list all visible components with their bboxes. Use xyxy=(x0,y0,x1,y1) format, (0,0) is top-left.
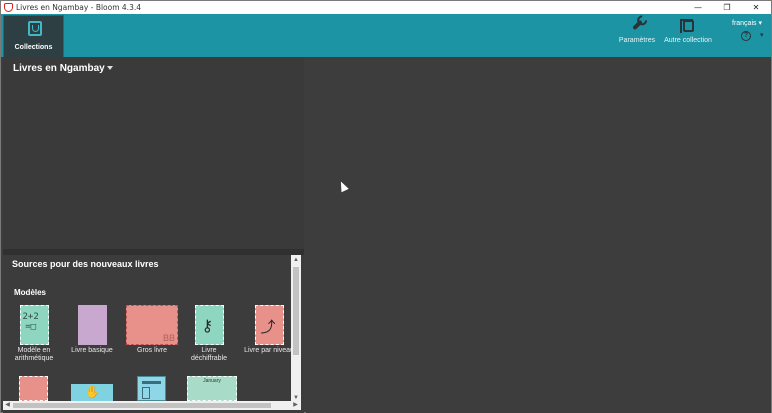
big-book-icon: BB xyxy=(126,305,178,345)
title-bar: Livres en Ngambay - Bloom 4.3.4 — ❐ ✕ xyxy=(1,1,771,14)
book-template-big-book[interactable]: BB Gros livre xyxy=(124,305,180,355)
help-icon[interactable]: ? xyxy=(741,31,751,41)
stairs-icon: ⤴ xyxy=(254,305,284,345)
left-pane: Livres en Ngambay Sources pour des nouve… xyxy=(3,57,304,413)
help-dropdown-caret[interactable]: ▾ xyxy=(760,31,764,39)
hscrollbar-thumb[interactable] xyxy=(13,403,271,408)
other-collection-button[interactable]: Autre collection xyxy=(661,16,715,50)
book-template-layout[interactable] xyxy=(136,376,166,401)
bloom-window: Livres en Ngambay - Bloom 4.3.4 — ❐ ✕ Co… xyxy=(0,0,772,413)
book-template-picture-dictionary[interactable] xyxy=(18,376,48,401)
book-preview-pane xyxy=(306,57,771,413)
scroll-up-arrow-icon[interactable]: ▲ xyxy=(291,255,301,265)
math-icon: 2+2 =□ xyxy=(19,305,49,345)
book-template-sign-language[interactable]: ✋ xyxy=(70,384,114,401)
tab-collections[interactable]: Collections xyxy=(3,15,64,57)
scroll-right-arrow-icon[interactable]: ▶ xyxy=(291,401,300,410)
settings-button[interactable]: Paramètres xyxy=(616,16,658,50)
calendar-icon: January xyxy=(187,376,237,401)
blank-book-icon xyxy=(77,305,107,345)
sources-vertical-scrollbar[interactable]: ▲ ▼ xyxy=(291,255,301,403)
models-section-label: Modèles xyxy=(14,288,47,297)
scrollbar-thumb[interactable] xyxy=(293,267,299,355)
book-template-arithmetic[interactable]: 2+2 =□ Modèle en arithmétique xyxy=(8,305,60,363)
collections-icon xyxy=(28,21,42,36)
other-collection-label: Autre collection xyxy=(664,37,712,44)
collection-title[interactable]: Livres en Ngambay xyxy=(13,63,105,74)
collection-menu-caret-icon[interactable] xyxy=(107,66,113,70)
language-dropdown[interactable]: français ▾ xyxy=(732,19,762,27)
scroll-left-arrow-icon[interactable]: ◀ xyxy=(3,401,12,410)
book-template-basic[interactable]: Livre basique xyxy=(66,305,118,355)
calendar-month: January xyxy=(203,378,221,384)
book-label: Modèle en arithmétique xyxy=(14,347,54,362)
layout-icon xyxy=(136,376,166,401)
book-template-calendar[interactable]: January xyxy=(186,376,238,401)
book-label: Gros livre xyxy=(137,347,167,354)
wrench-icon xyxy=(629,18,645,34)
bloom-app-icon xyxy=(4,3,13,12)
sign-language-icon: ✋ xyxy=(71,384,113,401)
settings-label: Paramètres xyxy=(618,37,656,44)
main-toolbar: Collections Paramètres Autre collection … xyxy=(1,14,771,57)
picture-dictionary-icon xyxy=(18,376,48,401)
sources-title: Sources pour des nouveaux livres xyxy=(12,259,159,269)
keys-icon: ⚷ xyxy=(194,305,224,345)
close-button[interactable]: ✕ xyxy=(744,1,768,14)
book-label: Livre par niveau xyxy=(244,347,294,354)
book-template-decodable[interactable]: ⚷ Livre déchiffrable xyxy=(183,305,235,363)
sources-horizontal-scrollbar[interactable]: ◀ ▶ xyxy=(3,401,301,410)
sources-panel: Sources pour des nouveaux livres Modèles… xyxy=(3,255,304,413)
minimize-button[interactable]: — xyxy=(686,1,710,14)
collection-books-area: Livres en Ngambay xyxy=(3,57,304,249)
restore-button[interactable]: ❐ xyxy=(715,1,739,14)
tab-collections-label: Collections xyxy=(14,44,53,51)
book-label: Livre déchiffrable xyxy=(190,347,228,362)
other-collection-icon xyxy=(680,18,696,34)
book-label: Livre basique xyxy=(71,347,113,354)
book-template-leveled[interactable]: ⤴ Livre par niveau xyxy=(243,305,295,355)
window-title: Livres en Ngambay - Bloom 4.3.4 xyxy=(16,3,141,12)
